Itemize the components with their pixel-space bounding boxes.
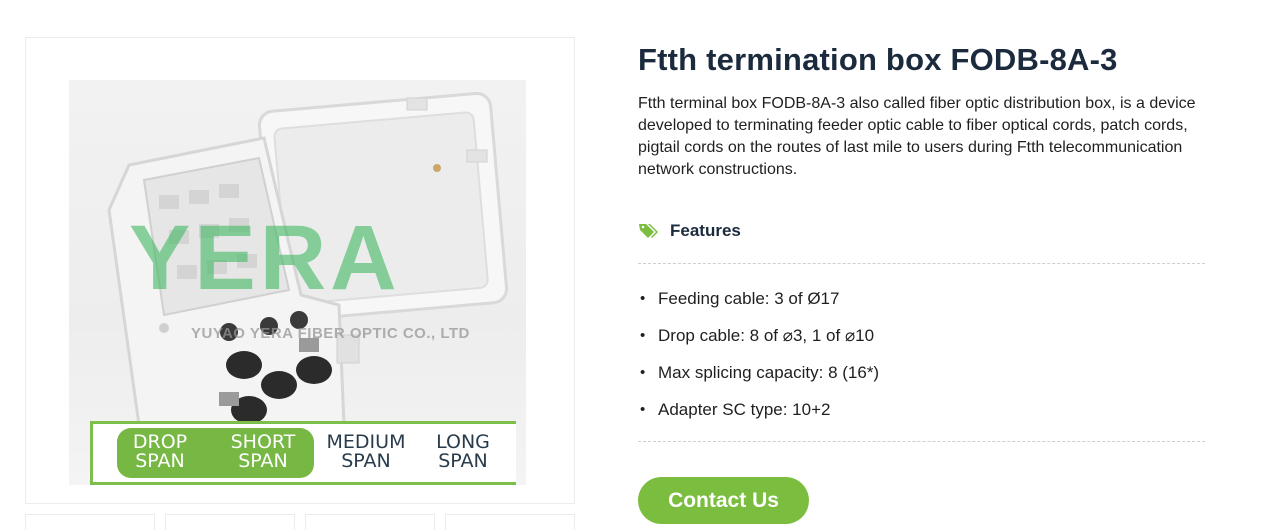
- feature-item: • Feeding cable: 3 of Ø17: [640, 287, 879, 324]
- span-label-line2: SPAN: [135, 450, 185, 472]
- span-label-drop: DROP SPAN: [115, 433, 205, 471]
- thumbnail[interactable]: [25, 514, 155, 530]
- span-label-short: SHORT SPAN: [218, 433, 308, 471]
- watermark-logo: YERA: [129, 207, 401, 309]
- feature-item: • Drop cable: 8 of ⌀3, 1 of ⌀10: [640, 324, 879, 361]
- contact-us-button[interactable]: Contact Us: [638, 477, 809, 524]
- thumbnail[interactable]: [445, 514, 575, 530]
- feature-item: • Adapter SC type: 10+2: [640, 398, 879, 435]
- watermark-company-name: YUYAO YERA FIBER OPTIC CO., LTD: [191, 325, 470, 342]
- feature-item: • Max splicing capacity: 8 (16*): [640, 361, 879, 398]
- feature-text: Max splicing capacity: 8 (16*): [658, 363, 880, 382]
- thumbnail[interactable]: [165, 514, 295, 530]
- bullet: •: [640, 290, 646, 307]
- span-label-line2: SPAN: [238, 450, 288, 472]
- span-legend: DROP SPAN SHORT SPAN MEDIUM SPAN LONG SP…: [90, 421, 516, 485]
- divider-bottom: [638, 441, 1205, 442]
- span-label-long: LONG SPAN: [418, 433, 508, 471]
- features-label: Features: [670, 221, 741, 240]
- span-label-line2: SPAN: [341, 450, 391, 472]
- bullet: •: [640, 401, 646, 418]
- feature-text: Drop cable: 8 of ⌀3, 1 of ⌀10: [658, 326, 875, 345]
- feature-list: • Feeding cable: 3 of Ø17 • Drop cable: …: [640, 287, 879, 435]
- span-label-line2: SPAN: [438, 450, 488, 472]
- thumbnail[interactable]: [305, 514, 435, 530]
- bullet: •: [640, 364, 646, 381]
- product-image-gallery[interactable]: YERA YUYAO YERA FIBER OPTIC CO., LTD DRO…: [25, 37, 575, 504]
- product-description: Ftth terminal box FODB-8A-3 also called …: [638, 95, 1196, 178]
- tag-icon: [639, 224, 658, 238]
- thumbnail-strip: [25, 514, 575, 530]
- bullet: •: [640, 327, 646, 344]
- span-label-medium: MEDIUM SPAN: [321, 433, 411, 471]
- feature-text: Adapter SC type: 10+2: [658, 400, 831, 419]
- features-heading: Features: [638, 220, 741, 242]
- divider-top: [638, 263, 1205, 264]
- product-title: Ftth termination box FODB-8A-3: [638, 42, 1118, 77]
- feature-text: Feeding cable: 3 of Ø17: [658, 289, 840, 308]
